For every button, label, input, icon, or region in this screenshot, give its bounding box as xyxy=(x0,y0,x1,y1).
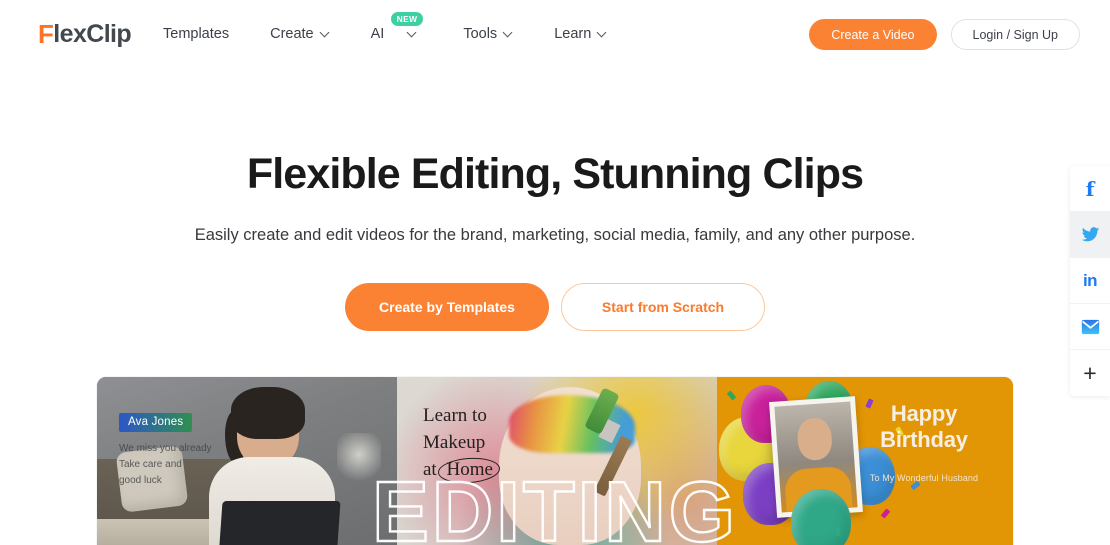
name-badge: Ava Jones xyxy=(119,413,193,432)
chevron-down-icon xyxy=(504,29,513,38)
nav-item-learn[interactable]: Learn xyxy=(554,24,607,44)
email-icon xyxy=(1081,319,1099,334)
birthday-subtitle: To My Wonderful Husband xyxy=(869,473,979,483)
template-card-farewell[interactable]: Ava Jones We miss you already Take care … xyxy=(97,377,397,545)
nav-label-templates: Templates xyxy=(163,26,230,42)
message-line-3: good luck xyxy=(119,474,162,486)
linkedin-icon: in xyxy=(1082,271,1098,290)
share-linkedin-button[interactable]: in xyxy=(1070,258,1110,304)
laptop-shape xyxy=(219,501,341,545)
main-navigation: Templates Create AI NEW Tools Learn xyxy=(163,12,607,44)
table-shape xyxy=(97,519,217,545)
nav-item-tools[interactable]: Tools xyxy=(463,24,513,44)
nav-label-create: Create xyxy=(270,26,314,42)
facebook-icon: f xyxy=(1085,176,1095,201)
birthday-line-1: Happy xyxy=(890,401,958,426)
nav-label-tools: Tools xyxy=(463,26,498,42)
share-more-button[interactable]: + xyxy=(1070,350,1110,396)
login-signup-button[interactable]: Login / Sign Up xyxy=(950,19,1080,50)
share-facebook-button[interactable]: f xyxy=(1070,166,1110,212)
page-root: F lexClip Templates Create AI NEW Tools xyxy=(0,0,1110,545)
social-share-rail: f in + xyxy=(1070,166,1110,396)
chevron-down-icon xyxy=(321,29,330,38)
hero-cta-group: Create by Templates Start from Scratch xyxy=(0,283,1110,332)
nav-label-ai: AI xyxy=(370,26,385,42)
template-card-makeup[interactable]: Learn to Makeup at Home xyxy=(397,377,717,545)
start-from-scratch-button[interactable]: Start from Scratch xyxy=(561,283,765,332)
nav-item-create[interactable]: Create xyxy=(270,24,330,44)
hero-section: Flexible Editing, Stunning Clips Easily … xyxy=(0,68,1110,332)
message-line-1: We miss you already xyxy=(119,443,212,454)
share-twitter-button[interactable] xyxy=(1070,212,1110,258)
template-preview-strip: Ava Jones We miss you already Take care … xyxy=(97,377,1013,545)
makeup-title: Learn to Makeup at Home xyxy=(423,403,498,484)
plus-icon: + xyxy=(1083,359,1097,386)
nav-item-ai[interactable]: AI NEW xyxy=(370,12,424,44)
flexclip-logo[interactable]: F lexClip xyxy=(38,19,132,49)
hair-shape xyxy=(231,387,305,439)
plant-shape xyxy=(337,433,381,487)
message-line-2: Take care and xyxy=(119,458,182,470)
birthday-title: Happy Birthday xyxy=(849,401,999,454)
photo-person-head xyxy=(796,416,834,462)
twitter-icon xyxy=(1081,227,1099,242)
makeup-line-1: Learn to xyxy=(423,405,487,426)
share-email-button[interactable] xyxy=(1070,304,1110,350)
chevron-down-icon xyxy=(598,29,607,38)
nav-item-templates[interactable]: Templates xyxy=(163,24,229,44)
new-badge: NEW xyxy=(390,12,424,26)
template-card-birthday[interactable]: Happy Birthday To My Wonderful Husband xyxy=(717,377,1013,545)
header-actions: Create a Video Login / Sign Up xyxy=(809,19,1080,50)
nav-label-learn: Learn xyxy=(554,26,592,42)
birthday-line-2: Birthday xyxy=(880,427,968,453)
logo-f-mark: F xyxy=(38,19,54,49)
page-title: Flexible Editing, Stunning Clips xyxy=(246,150,864,198)
makeup-line-2: Makeup xyxy=(423,431,486,453)
hero-subtitle: Easily create and edit videos for the br… xyxy=(194,226,916,245)
site-header: F lexClip Templates Create AI NEW Tools xyxy=(0,0,1110,68)
makeup-line-3: at Home xyxy=(423,457,498,484)
logo-wordmark: lexClip xyxy=(53,19,132,48)
farewell-message: We miss you already Take care and good l… xyxy=(119,441,212,488)
makeup-line-3-circled: Home xyxy=(441,457,497,484)
chevron-down-icon xyxy=(408,29,417,38)
create-by-templates-button[interactable]: Create by Templates xyxy=(345,283,549,332)
create-a-video-button[interactable]: Create a Video xyxy=(809,19,937,50)
